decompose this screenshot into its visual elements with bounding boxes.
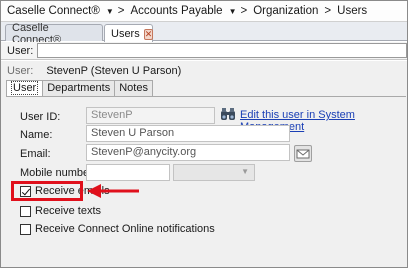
mobile-number-field[interactable] — [86, 164, 170, 181]
receive-online-notifications-label: Receive Connect Online notifications — [35, 223, 215, 235]
current-user-label: User: — [7, 65, 34, 77]
user-form-panel: User: StevenP (Steven U Parson) User Dep… — [1, 61, 407, 267]
breadcrumb-separator: > — [117, 5, 125, 17]
email-label: Email: — [20, 148, 51, 160]
breadcrumb-item-accounts-payable[interactable]: Accounts Payable — [131, 5, 223, 17]
tab-user[interactable]: User — [6, 80, 44, 96]
user-search-bar: User: — [1, 42, 407, 60]
envelope-icon — [296, 149, 310, 159]
name-field[interactable]: Steven U Parson — [86, 125, 290, 142]
subtab-bar: User Departments Notes — [6, 80, 153, 96]
chevron-down-icon[interactable]: ▼ — [229, 7, 237, 16]
breadcrumb-item-organization[interactable]: Organization — [253, 5, 318, 17]
name-label: Name: — [20, 129, 53, 141]
tab-caselle-connect[interactable]: Caselle Connect® — [5, 22, 103, 46]
receive-texts-option[interactable]: Receive texts — [20, 205, 101, 217]
breadcrumb-separator: > — [324, 5, 332, 17]
breadcrumb-item-home[interactable]: Caselle Connect® — [7, 5, 100, 17]
search-label: User: — [7, 45, 34, 57]
highlight-box — [11, 181, 83, 201]
send-email-button[interactable] — [294, 145, 312, 162]
close-icon[interactable]: ✕ — [143, 28, 154, 40]
tab-label: Users — [111, 28, 140, 40]
user-search-input[interactable] — [37, 43, 407, 58]
receive-online-notifications-checkbox[interactable] — [20, 223, 31, 235]
receive-texts-checkbox[interactable] — [20, 205, 31, 217]
user-id-label: User ID: — [20, 111, 61, 123]
breadcrumb-separator: > — [240, 5, 248, 17]
tab-user-label: User — [11, 81, 39, 95]
document-tabs: Caselle Connect® Users ✕ — [1, 22, 407, 46]
current-user-line: User: StevenP (Steven U Parson) — [7, 65, 181, 77]
carrier-select[interactable]: ▼ — [173, 164, 255, 181]
current-user-value: StevenP (Steven U Parson) — [46, 65, 182, 77]
divider — [6, 96, 406, 97]
breadcrumb-item-users[interactable]: Users — [337, 5, 367, 17]
email-field[interactable]: StevenP@anycity.org — [86, 144, 290, 161]
tab-users[interactable]: Users ✕ — [104, 24, 154, 42]
breadcrumb: Caselle Connect® ▼ > Accounts Payable ▼ … — [1, 1, 407, 22]
mobile-label: Mobile number: — [20, 167, 96, 179]
tab-notes[interactable]: Notes — [114, 80, 153, 96]
user-id-field: StevenP — [86, 107, 215, 124]
arrow-icon — [87, 184, 139, 198]
chevron-down-icon: ▼ — [241, 167, 249, 176]
chevron-down-icon[interactable]: ▼ — [106, 7, 114, 16]
binoculars-icon[interactable] — [220, 107, 236, 121]
receive-texts-label: Receive texts — [35, 205, 102, 217]
receive-online-notifications-option[interactable]: Receive Connect Online notifications — [20, 223, 215, 235]
tab-departments[interactable]: Departments — [42, 80, 116, 96]
